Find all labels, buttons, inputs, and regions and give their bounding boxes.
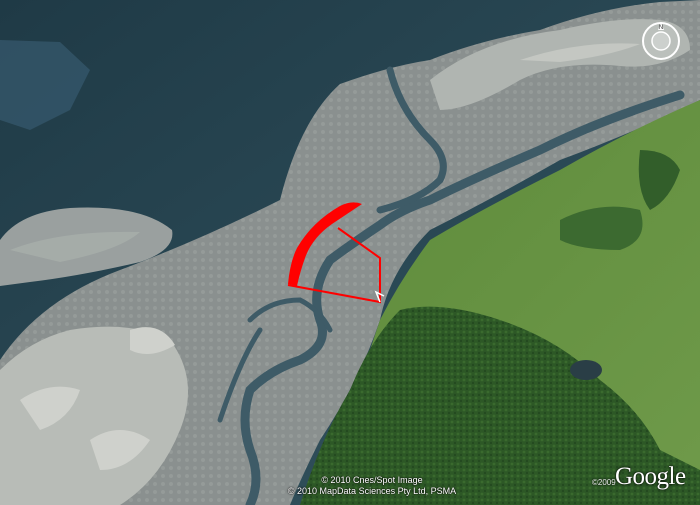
map-attribution: © 2010 Cnes/Spot Image © 2010 MapData Sc…: [272, 475, 472, 497]
logo-copyright-year: ©2009: [592, 478, 616, 487]
compass-icon: N: [642, 22, 680, 60]
map-view[interactable]: N © 2010 Cnes/Spot Image © 2010 MapData …: [0, 0, 700, 505]
pond: [570, 360, 602, 380]
compass-north-label: N: [659, 25, 663, 31]
imagery-credit: © 2010 Cnes/Spot Image: [321, 475, 423, 485]
google-logo: Google: [615, 463, 686, 490]
data-credit: © 2010 MapData Sciences Pty Ltd, PSMA: [287, 486, 457, 496]
satellite-imagery: [0, 0, 700, 505]
compass-control[interactable]: N: [640, 20, 682, 62]
